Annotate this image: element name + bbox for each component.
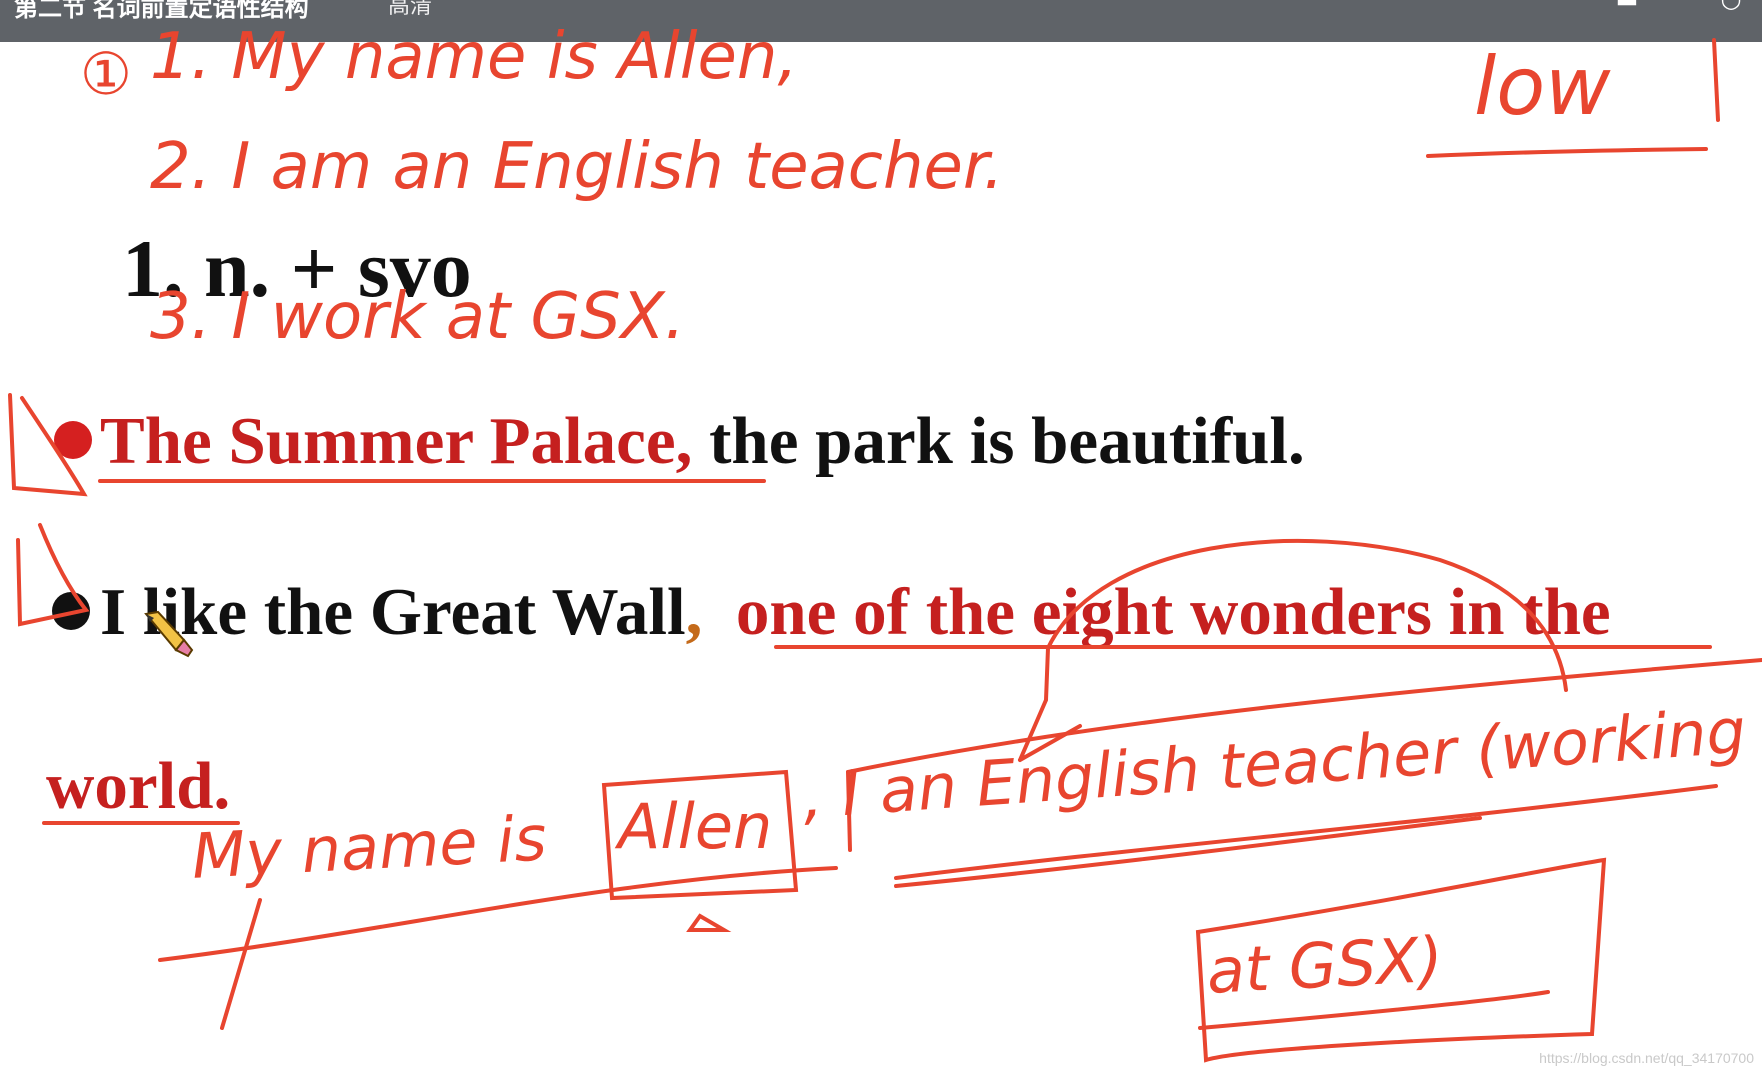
- close-icon[interactable]: ○: [1716, 0, 1746, 12]
- handwritten-combined-box: Allen: [618, 790, 773, 863]
- sentence-2-appositive: one of the eight wonders in the: [735, 575, 1611, 649]
- sentence-1-main: the park is beautiful.: [709, 404, 1305, 478]
- handwritten-line-1: 1. My name is Allen,: [150, 20, 798, 94]
- handwritten-combined-a: My name is: [190, 801, 549, 893]
- handwritten-combined-c: at GSX): [1205, 922, 1445, 1008]
- bullet-red-icon: [54, 421, 92, 459]
- pencil-cursor-icon: [144, 610, 194, 658]
- sentence-2: I like the Great Wall, one of the eight …: [100, 574, 1611, 651]
- low-underline: [1426, 147, 1708, 158]
- handwritten-circle-num: ①: [80, 40, 132, 108]
- handwritten-low: low: [1474, 40, 1611, 133]
- sentence-1-appositive: The Summer Palace,: [100, 404, 710, 478]
- My-tail: [220, 898, 262, 1030]
- handwritten-line-3: 3. I work at GSX.: [150, 280, 685, 354]
- sentence-3: world.: [46, 748, 230, 825]
- bullet-black-icon: [52, 592, 90, 630]
- sentence-1: The Summer Palace, the park is beautiful…: [100, 403, 1305, 480]
- handwritten-combined-b: , I an English teacher (working: [800, 694, 1749, 833]
- minimize-icon[interactable]: ▬: [1612, 0, 1642, 12]
- allen-triangle: [686, 913, 732, 932]
- underline-teacher-2: [894, 816, 1482, 888]
- handwritten-line-2: 2. I am an English teacher.: [150, 130, 1004, 204]
- sentence-3-appositive: world.: [46, 749, 231, 823]
- watermark: https://blog.csdn.net/qq_34170700: [1539, 1050, 1754, 1066]
- quality-label[interactable]: 高清: [388, 0, 432, 20]
- sentence-2-comma: ,: [685, 575, 703, 649]
- exclamation-stroke: [1712, 38, 1720, 122]
